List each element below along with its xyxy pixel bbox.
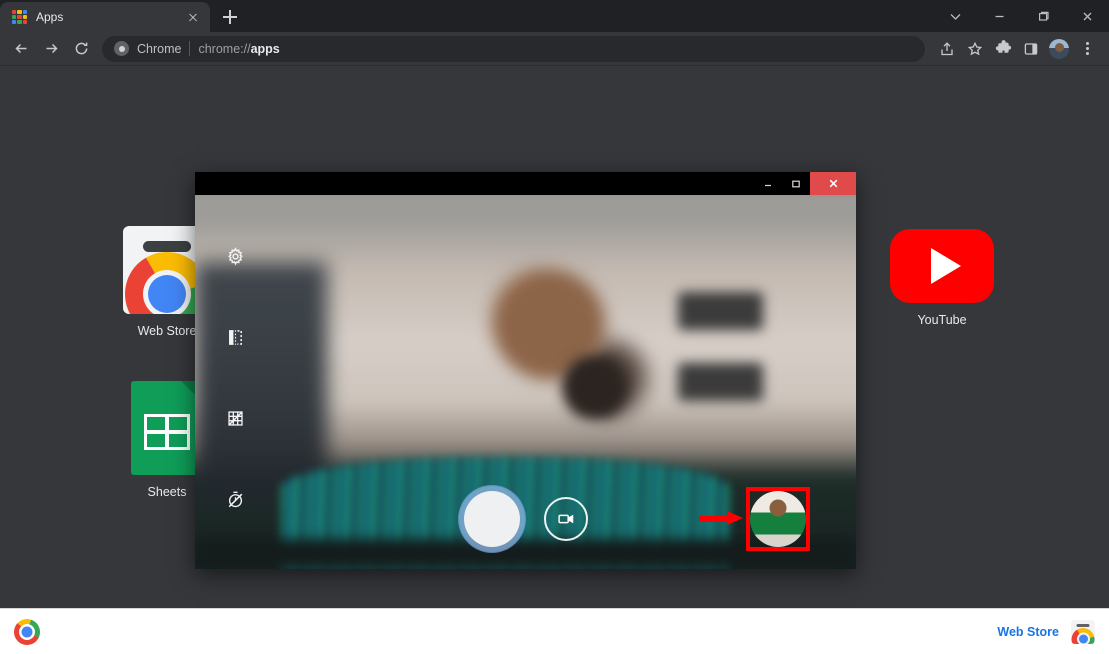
camera-preview-feed bbox=[677, 363, 764, 401]
minimize-icon[interactable] bbox=[754, 172, 782, 195]
camera-preview-feed bbox=[677, 292, 764, 330]
chrome-logo-icon bbox=[114, 41, 129, 56]
camera-viewport bbox=[195, 195, 856, 569]
omnibox-chip-label: Chrome bbox=[137, 41, 182, 56]
maximize-icon[interactable] bbox=[1021, 0, 1065, 32]
shelf-right-group: Web Store bbox=[997, 619, 1095, 644]
tab-apps[interactable]: Apps bbox=[0, 2, 210, 32]
bookmark-star-icon[interactable] bbox=[961, 35, 989, 63]
mirror-flip-icon[interactable] bbox=[220, 322, 250, 352]
back-button[interactable] bbox=[6, 34, 36, 64]
video-mode-button[interactable] bbox=[543, 497, 588, 541]
close-tab-icon[interactable] bbox=[184, 8, 202, 26]
camera-preview-feed bbox=[558, 355, 632, 420]
app-label: YouTube bbox=[917, 313, 967, 327]
chrome-launcher-icon[interactable] bbox=[14, 618, 40, 645]
camera-app-window bbox=[195, 172, 856, 569]
window-controls bbox=[933, 0, 1109, 32]
maximize-icon[interactable] bbox=[782, 172, 810, 195]
apps-grid-icon bbox=[12, 9, 27, 25]
app-tile-youtube[interactable]: YouTube bbox=[872, 229, 1012, 327]
chevron-down-icon[interactable] bbox=[933, 0, 977, 32]
last-capture-thumbnail[interactable] bbox=[750, 491, 806, 547]
annotation-arrow bbox=[699, 511, 743, 525]
grid-off-icon[interactable] bbox=[220, 403, 250, 433]
apps-page: Web Store Sheets YouTube bbox=[0, 66, 1109, 608]
camera-window-titlebar[interactable] bbox=[195, 172, 856, 195]
minimize-icon[interactable] bbox=[977, 0, 1021, 32]
extensions-puzzle-icon[interactable] bbox=[989, 35, 1017, 63]
reload-button[interactable] bbox=[66, 34, 96, 64]
close-icon[interactable] bbox=[1065, 0, 1109, 32]
app-label: Sheets bbox=[147, 485, 187, 499]
os-shelf: Web Store bbox=[0, 608, 1109, 654]
kebab-menu-icon[interactable] bbox=[1073, 35, 1101, 63]
side-panel-icon[interactable] bbox=[1017, 35, 1045, 63]
annotation-highlight-box bbox=[746, 487, 810, 551]
new-tab-button[interactable] bbox=[216, 3, 244, 31]
tab-strip: Apps bbox=[0, 0, 1109, 32]
close-icon[interactable] bbox=[810, 172, 856, 195]
omnibox-url: chrome://apps bbox=[198, 41, 280, 56]
settings-gear-icon[interactable] bbox=[220, 241, 250, 271]
google-sheets-icon bbox=[131, 381, 203, 475]
tab-title: Apps bbox=[36, 10, 64, 24]
forward-button[interactable] bbox=[36, 34, 66, 64]
avatar[interactable] bbox=[1045, 35, 1073, 63]
share-icon[interactable] bbox=[933, 35, 961, 63]
youtube-icon bbox=[890, 229, 994, 303]
address-bar[interactable]: Chrome chrome://apps bbox=[102, 35, 925, 62]
app-label: Web Store bbox=[137, 324, 197, 338]
browser-toolbar: Chrome chrome://apps bbox=[0, 32, 1109, 66]
shutter-button[interactable] bbox=[463, 491, 520, 547]
browser-window: Apps Chrome chrome://apps Web Store Shee… bbox=[0, 0, 1109, 654]
omnibox-separator bbox=[189, 41, 191, 56]
web-store-link[interactable]: Web Store bbox=[997, 625, 1059, 639]
web-store-shelf-icon[interactable] bbox=[1071, 619, 1095, 644]
